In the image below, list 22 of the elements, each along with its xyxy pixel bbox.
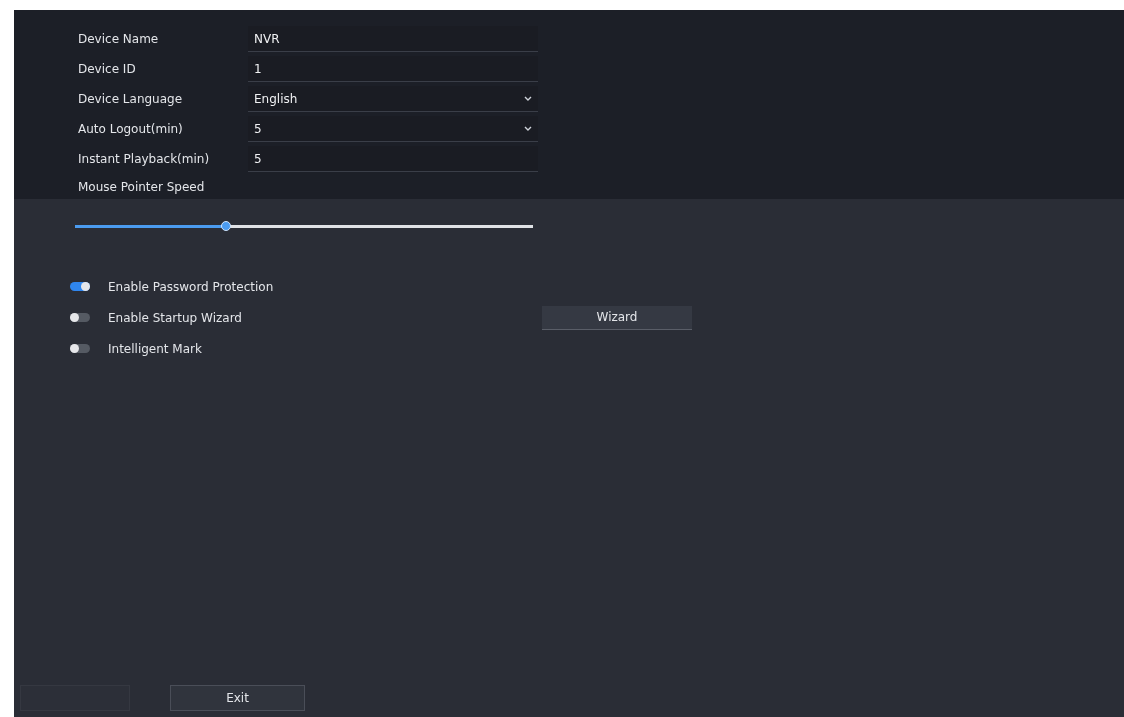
field-label: Device Language [78, 92, 184, 106]
chevron-down-icon [524, 126, 532, 131]
dropdown[interactable]: 5 [248, 116, 538, 142]
dropdown[interactable]: English [248, 86, 538, 112]
chevron-down-icon [524, 96, 532, 101]
field-label: Auto Logout(min) [78, 122, 184, 136]
toggle-label: Enable Startup Wizard [108, 310, 243, 325]
slider-label: Mouse Pointer Speed [78, 180, 206, 194]
input-field[interactable]: 1 [248, 56, 538, 82]
toggle-switch[interactable] [70, 282, 90, 291]
field-label: Device Name [78, 32, 160, 46]
toggle-label: Enable Password Protection [108, 279, 275, 294]
field-label: Device ID [78, 62, 137, 76]
input-field[interactable]: 5 [248, 146, 538, 172]
wizard-button[interactable]: Wizard [542, 305, 692, 330]
exit-button[interactable]: Exit [170, 685, 305, 711]
field-label: Instant Playback(min) [78, 152, 211, 166]
toggle-label: Intelligent Mark [108, 341, 203, 356]
input-field[interactable]: NVR [248, 26, 538, 52]
toggle-switch[interactable] [70, 313, 90, 322]
speed-slider[interactable] [75, 221, 533, 231]
toggle-switch[interactable] [70, 344, 90, 353]
